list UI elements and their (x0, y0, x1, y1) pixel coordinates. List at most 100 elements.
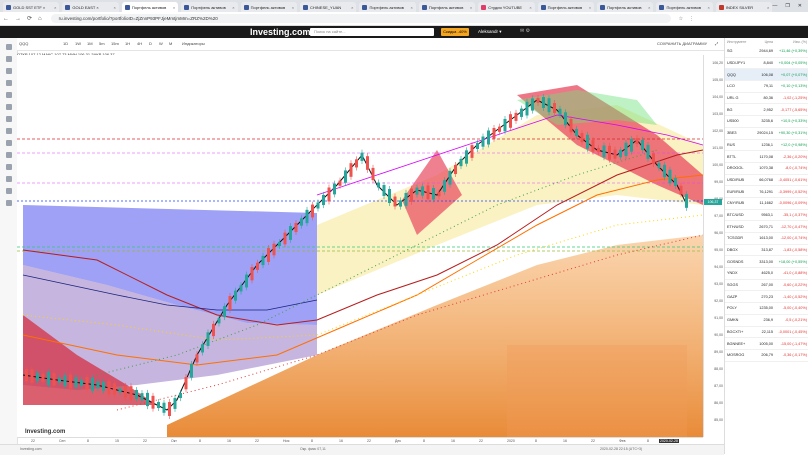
investing-logo[interactable]: Investing.com (250, 27, 311, 37)
home-icon[interactable]: ⌂ (38, 16, 42, 22)
menu-icon[interactable]: ⋮ (689, 16, 694, 22)
close-icon[interactable]: × (351, 5, 353, 10)
measure-tool-icon[interactable] (5, 140, 12, 146)
close-icon[interactable]: × (113, 5, 115, 10)
interval-button[interactable]: 1D (63, 41, 68, 46)
col-change[interactable]: Изм. (%) (773, 40, 807, 44)
interval-button[interactable]: D (149, 41, 152, 46)
interval-button[interactable]: 4H (137, 41, 142, 46)
save-chart-button[interactable]: СОХРАНИТЬ ДИАГРАММУ (657, 41, 707, 46)
watchlist-row[interactable]: POLY 1235,00 -5,00 (-0,40%) (725, 303, 808, 315)
watchlist-row[interactable]: TCSGDR 1613,00 -12,00 (-0,74%) (725, 233, 808, 245)
back-arrow-icon[interactable]: ← (3, 16, 9, 22)
watchlist-row[interactable]: BTTL 1170,08 -2,36 (-0,20%) (725, 151, 808, 163)
pattern-tool-icon[interactable] (5, 104, 12, 110)
text-tool-icon[interactable] (5, 92, 12, 98)
watchlist-row[interactable]: URL G 80,36 -1,02 (-1,25%) (725, 93, 808, 105)
browser-tab[interactable]: GOLD EAST × × (62, 2, 119, 12)
browser-tab[interactable]: Портфель активов × (181, 2, 238, 12)
watchlist-row[interactable]: CNY/RUB 11,1662 -0,0096 (-0,09%) (725, 198, 808, 210)
prediction-tool-icon[interactable] (5, 116, 12, 122)
browser-tab[interactable]: CHINESE_YUAN × (300, 2, 357, 12)
interval-button[interactable]: M (169, 41, 172, 46)
maximize-icon[interactable]: ❐ (785, 3, 789, 9)
browser-tab[interactable]: GOLD SST ETF × × (3, 2, 60, 12)
col-instrument[interactable]: Инструмент (727, 40, 751, 44)
close-icon[interactable]: × (529, 5, 531, 10)
browser-tab[interactable]: Портфель активов × (656, 2, 713, 12)
watchlist-row[interactable]: DROGOL 1070,38 -8,0 (-0,74%) (725, 163, 808, 175)
browser-tab[interactable]: Портфель активов × (359, 2, 416, 12)
watchlist-row[interactable]: SGGS 267,00 -0,60 (-0,22%) (725, 280, 808, 292)
lock-tool-icon[interactable] (5, 176, 12, 182)
profile-menu[interactable]: Aleksandr ▾ (478, 28, 502, 36)
minimize-icon[interactable]: — (772, 3, 777, 9)
interval-button[interactable]: W (159, 41, 163, 46)
close-icon[interactable]: × (648, 5, 650, 10)
reload-icon[interactable]: ⟳ (27, 15, 32, 22)
watchlist-row[interactable]: BG 2,952 -0,177 (-5,65%) (725, 104, 808, 117)
close-icon[interactable]: × (767, 5, 769, 10)
forward-arrow-icon[interactable]: → (15, 16, 21, 22)
interval-button[interactable]: 1H (125, 41, 130, 46)
zoom-tool-icon[interactable] (5, 152, 12, 158)
close-icon[interactable]: × (411, 5, 413, 10)
interval-button[interactable]: 1W (75, 41, 81, 46)
watchlist-row[interactable]: SG 2944,69 +11,46 (+0,39%) (725, 46, 808, 58)
watchlist-row[interactable]: RUS 1236,1 +12,0 (+0,98%) (725, 140, 808, 152)
watchlist-row[interactable]: BGNNEE+ 1005,00 -15,00 (-1,47%) (725, 338, 808, 350)
watchlist-row[interactable]: QQQ 106,08 +0,07 (+0,07%) (725, 69, 808, 82)
watchlist-row[interactable]: US500 3235,6 +10,5 (+0,33%) (725, 116, 808, 128)
close-icon[interactable]: × (708, 5, 710, 10)
shapes-tool-icon[interactable] (5, 128, 12, 134)
watchlist-row[interactable]: BTC/USD 9563,1 -35,1 (-0,37%) (725, 210, 808, 222)
browser-tab[interactable]: Портфель активов × (597, 2, 654, 12)
col-price[interactable]: Цена (751, 40, 773, 44)
watchlist-row[interactable]: YNDX 4625,0 -41,0 (-0,88%) (725, 268, 808, 280)
watchlist-row[interactable]: USD/JPY1 8,840 +0,004 (+0,05%) (725, 58, 808, 70)
watchlist-row[interactable]: LCO 79,11 +0,10 (+0,13%) (725, 81, 808, 93)
interval-button[interactable]: 5m (99, 41, 105, 46)
watchlist-row[interactable]: ETH/USD 2670,71 -12,70 (-0,47%) (725, 221, 808, 233)
watchlist-row[interactable]: DBGX 313,87 -1,83 (-0,58%) (725, 245, 808, 257)
watchlist-row[interactable]: BGCXTI+ 22,115 -0,0001 (-0,45%) (725, 327, 808, 339)
interval-button[interactable]: 15m (111, 41, 119, 46)
price-chart[interactable]: Investing.com (17, 55, 703, 437)
watchlist-row[interactable]: ЗВЕЗ 29024,15 +90,30 (+0,31%) (725, 128, 808, 140)
close-icon[interactable]: × (232, 5, 234, 10)
close-icon[interactable]: × (173, 5, 175, 10)
browser-tab[interactable]: Студия YOUTUBE × (478, 2, 535, 12)
promo-button[interactable]: Скидка -40% (441, 28, 469, 36)
close-window-icon[interactable]: ✕ (798, 3, 802, 9)
close-icon[interactable]: × (292, 5, 294, 10)
fullscreen-icon[interactable]: ⤢ (715, 41, 718, 46)
interval-button[interactable]: 1M (87, 41, 93, 46)
url-input[interactable]: ru.investing.com/portfolio/?portfolioID=… (50, 14, 671, 23)
close-icon[interactable]: × (470, 5, 472, 10)
browser-tab-active[interactable]: Портфель активов × (121, 2, 179, 12)
watchlist-row[interactable]: GMKN 236,9 -0,5 (-0,21%) (725, 315, 808, 327)
close-icon[interactable]: × (54, 5, 56, 10)
magnet-tool-icon[interactable] (5, 164, 12, 170)
eye-tool-icon[interactable] (5, 188, 12, 194)
crosshair-tool-icon[interactable] (5, 44, 12, 50)
search-input[interactable]: Поиск на сайте... (310, 28, 434, 36)
symbol-field[interactable]: QQQ (19, 41, 28, 46)
trash-tool-icon[interactable] (5, 200, 12, 206)
close-icon[interactable]: × (589, 5, 591, 10)
watchlist-row[interactable]: GOSNDS 3313,00 +18,00 (+0,55%) (725, 256, 808, 269)
indicators-button[interactable]: Индикаторы (182, 41, 205, 46)
browser-tab[interactable]: INDEX SILVER × (715, 2, 773, 12)
watchlist-row[interactable]: MOSROG 206,79 -0,36 (-0,17%) (725, 350, 808, 362)
watchlist-row[interactable]: GAZP 270,23 -1,40 (-0,52%) (725, 291, 808, 304)
star-icon[interactable]: ☆ (679, 16, 683, 22)
fib-tool-icon[interactable] (5, 68, 12, 74)
watchlist-row[interactable]: EUR/RUB 76,1291 -0,3999 (-0,52%) (725, 186, 808, 198)
browser-tab[interactable]: Портфель активов × (537, 2, 595, 12)
watchlist-row[interactable]: USD/RUB 66,0768 -0,4051 (-0,61%) (725, 175, 808, 187)
trendline-tool-icon[interactable] (5, 56, 12, 62)
browser-tab[interactable]: Портфель активов × (240, 2, 298, 12)
browser-tab[interactable]: Портфель активов × (418, 2, 476, 12)
brush-tool-icon[interactable] (5, 80, 12, 86)
header-icons[interactable]: ✉ ⚙ (520, 28, 530, 34)
